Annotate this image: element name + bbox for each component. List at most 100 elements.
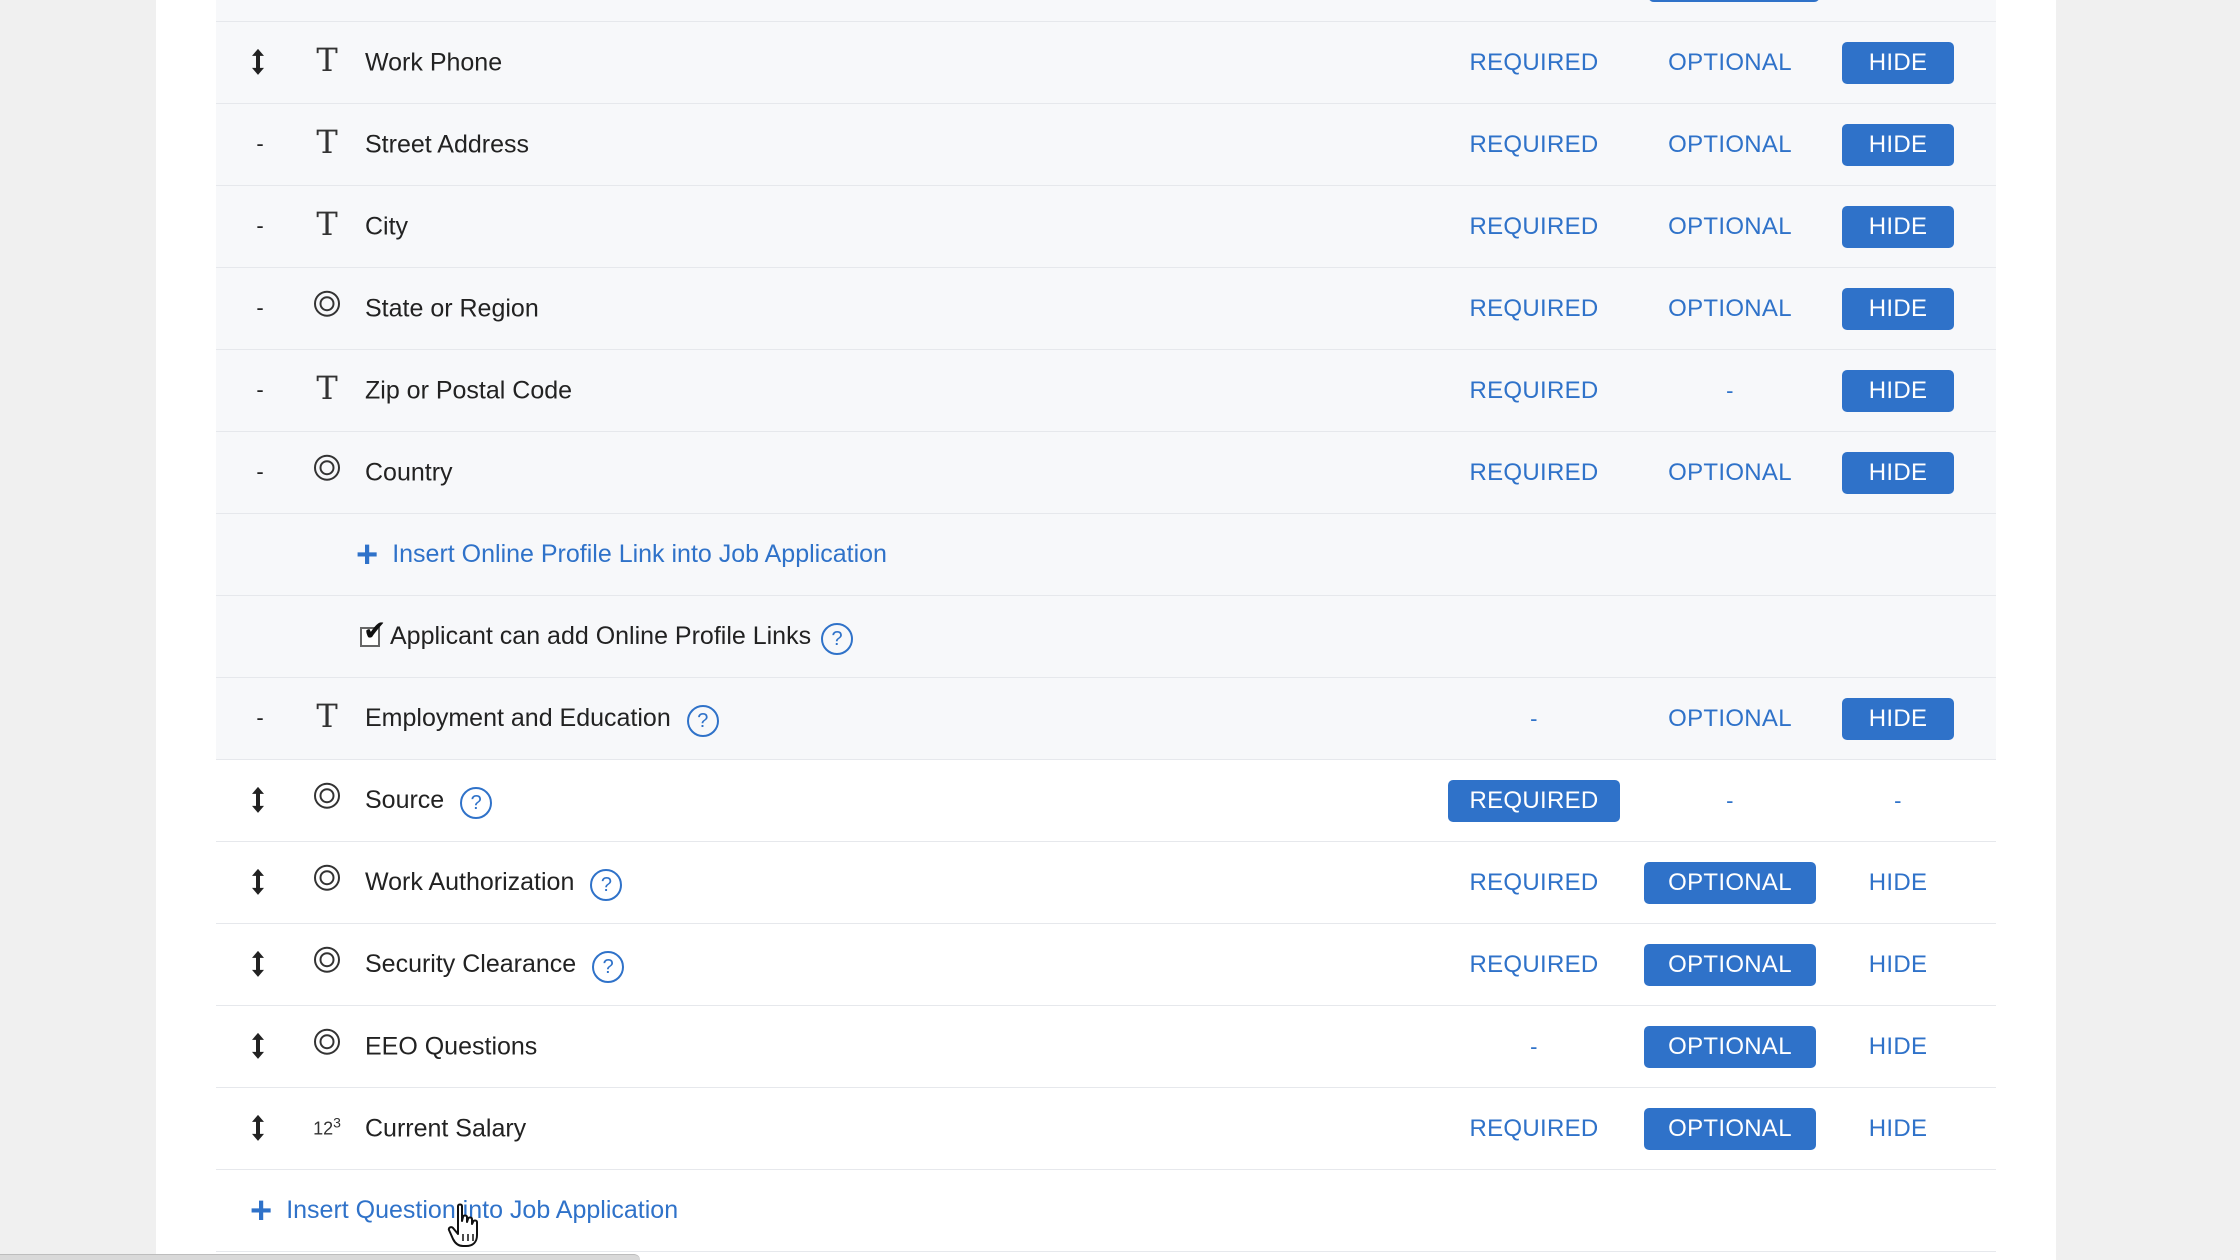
- drag-handle-icon[interactable]: [250, 785, 270, 813]
- field-label: Work Authorization?: [365, 865, 623, 901]
- field-name: Country: [365, 458, 453, 486]
- drag-handle-disabled: -: [256, 704, 264, 730]
- field-name: Employment and Education: [365, 704, 671, 732]
- field-label: Security Clearance?: [365, 947, 625, 983]
- optional-button[interactable]: OPTIONAL: [1644, 452, 1816, 494]
- help-icon[interactable]: ?: [592, 950, 625, 983]
- insert-question-label: Insert Question into Job Application: [286, 1196, 679, 1224]
- field-row: 123 Current Salary REQUIRED OPTIONAL HIDE: [216, 1088, 1996, 1170]
- field-label: State or Region: [365, 294, 539, 323]
- field-name: City: [365, 212, 409, 240]
- drag-handle-disabled: -: [256, 294, 264, 320]
- profile-links-checkbox-label: Applicant can add Online Profile Links: [390, 622, 812, 650]
- plus-icon: +: [250, 1189, 273, 1232]
- hide-button[interactable]: HIDE: [1842, 697, 1954, 740]
- hide-button[interactable]: HIDE: [1842, 451, 1954, 494]
- optional-button[interactable]: OPTIONAL: [1644, 288, 1816, 330]
- help-icon[interactable]: ?: [821, 622, 854, 655]
- field-label: Employment and Education?: [365, 701, 719, 737]
- hide-button[interactable]: HIDE: [1842, 944, 1954, 986]
- field-label: Zip or Postal Code: [365, 376, 572, 405]
- field-name: Current Salary: [365, 1114, 527, 1142]
- help-icon[interactable]: ?: [590, 868, 623, 901]
- text-field-icon: T: [316, 122, 338, 161]
- required-button[interactable]: REQUIRED: [1448, 1108, 1620, 1150]
- required-button[interactable]: REQUIRED: [1448, 42, 1620, 84]
- drag-handle-disabled: -: [256, 130, 264, 156]
- field-name: Work Phone: [365, 48, 503, 76]
- drag-handle-icon[interactable]: [250, 47, 270, 75]
- optional-button[interactable]: OPTIONAL: [1644, 42, 1816, 84]
- horizontal-scrollbar[interactable]: [0, 1254, 640, 1260]
- hide-button[interactable]: HIDE: [1842, 287, 1954, 330]
- hide-button[interactable]: HIDE: [1842, 205, 1954, 248]
- plus-icon: +: [356, 533, 379, 576]
- optional-button[interactable]: OPTIONAL: [1644, 1025, 1816, 1068]
- application-fields-table: T Work Phone REQUIRED OPTIONAL HIDE - T Street …: [216, 0, 1996, 1252]
- optional-button[interactable]: OPTIONAL: [1644, 861, 1816, 904]
- field-name: Source: [365, 786, 445, 814]
- number-field-icon: 123: [310, 1114, 344, 1139]
- required-button[interactable]: REQUIRED: [1448, 452, 1620, 494]
- radio-choice-icon: [310, 1026, 344, 1061]
- insert-profile-link-label: Insert Online Profile Link into Job Appl…: [392, 540, 887, 568]
- help-icon[interactable]: ?: [686, 704, 719, 737]
- hide-button[interactable]: HIDE: [1842, 41, 1954, 84]
- field-name: Street Address: [365, 130, 529, 158]
- drag-handle-icon[interactable]: [250, 1113, 270, 1141]
- radio-choice-icon: [310, 288, 344, 323]
- checkbox-icon[interactable]: ✔: [360, 616, 386, 647]
- radio-choice-icon: [310, 780, 344, 815]
- previous-row-edge: [216, 0, 1996, 22]
- optional-button[interactable]: OPTIONAL: [1644, 124, 1816, 166]
- optional-button[interactable]: OPTIONAL: [1644, 206, 1816, 248]
- required-button: -: [1530, 1033, 1538, 1059]
- hide-button[interactable]: HIDE: [1842, 1026, 1954, 1068]
- field-row: Source? REQUIRED - -: [216, 760, 1996, 842]
- text-field-icon: T: [316, 204, 338, 243]
- hide-button[interactable]: HIDE: [1842, 862, 1954, 904]
- drag-handle-icon[interactable]: [250, 867, 270, 895]
- insert-question-row: + Insert Question into Job Application: [216, 1170, 1996, 1252]
- number-glyph: 123: [313, 1114, 341, 1138]
- help-icon[interactable]: ?: [460, 786, 493, 819]
- optional-button[interactable]: OPTIONAL: [1644, 698, 1816, 740]
- optional-button: -: [1726, 787, 1734, 813]
- hand-cursor-icon: [447, 1203, 481, 1254]
- checkmark-icon: ✔: [363, 614, 387, 646]
- required-button[interactable]: REQUIRED: [1448, 288, 1620, 330]
- radio-choice-icon: [310, 452, 344, 487]
- field-row: - T Zip or Postal Code REQUIRED - HIDE: [216, 350, 1996, 432]
- field-label: Work Phone: [365, 48, 502, 77]
- drag-handle-icon[interactable]: [250, 1031, 270, 1059]
- required-button[interactable]: REQUIRED: [1448, 206, 1620, 248]
- text-field-icon: T: [316, 696, 338, 735]
- field-label: Current Salary: [365, 1114, 526, 1143]
- insert-profile-link[interactable]: + Insert Online Profile Link into Job Ap…: [356, 533, 887, 576]
- field-row: Work Authorization? REQUIRED OPTIONAL HIDE: [216, 842, 1996, 924]
- field-row: - T City REQUIRED OPTIONAL HIDE: [216, 186, 1996, 268]
- field-name: Work Authorization: [365, 868, 575, 896]
- hide-button: -: [1894, 787, 1902, 813]
- profile-links-checkbox[interactable]: ✔ Applicant can add Online Profile Links…: [360, 616, 854, 655]
- optional-button[interactable]: OPTIONAL: [1644, 1107, 1816, 1150]
- hide-button[interactable]: HIDE: [1842, 123, 1954, 166]
- required-button[interactable]: REQUIRED: [1448, 370, 1620, 412]
- radio-choice-icon: [310, 944, 344, 979]
- field-name: State or Region: [365, 294, 539, 322]
- field-row: - Country REQUIRED OPTIONAL HIDE: [216, 432, 1996, 514]
- field-label: Source?: [365, 783, 493, 819]
- required-button[interactable]: REQUIRED: [1448, 124, 1620, 166]
- required-button[interactable]: REQUIRED: [1448, 779, 1620, 822]
- hide-button[interactable]: HIDE: [1842, 369, 1954, 412]
- required-button[interactable]: REQUIRED: [1448, 862, 1620, 904]
- radio-choice-icon: [310, 862, 344, 897]
- field-name: Zip or Postal Code: [365, 376, 573, 404]
- required-button: -: [1530, 705, 1538, 731]
- drag-handle-icon[interactable]: [250, 949, 270, 977]
- required-button[interactable]: REQUIRED: [1448, 944, 1620, 986]
- hide-button[interactable]: HIDE: [1842, 1108, 1954, 1150]
- field-row: Security Clearance? REQUIRED OPTIONAL HIDE: [216, 924, 1996, 1006]
- field-label: City: [365, 212, 408, 241]
- optional-button[interactable]: OPTIONAL: [1644, 943, 1816, 986]
